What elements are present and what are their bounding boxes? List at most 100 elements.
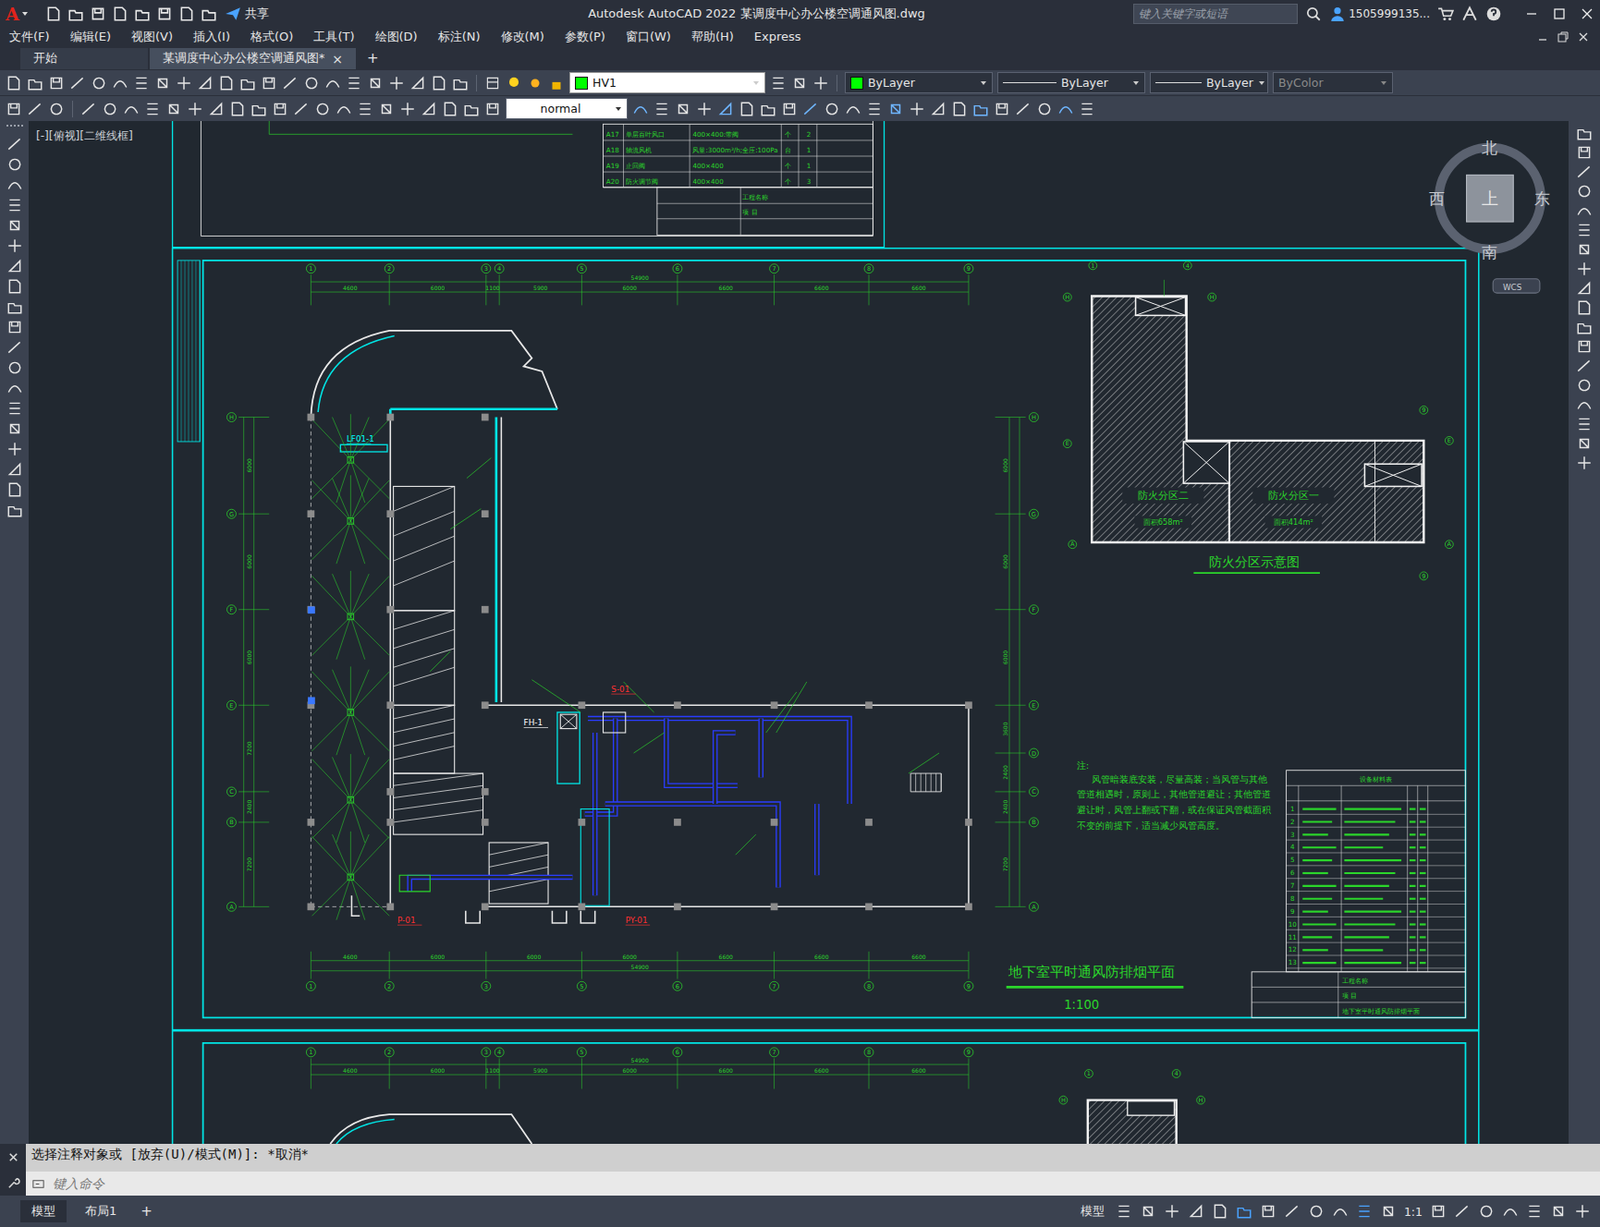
make-current-icon[interactable] [769,74,787,92]
publish-icon[interactable] [111,74,129,92]
tab-close-button[interactable]: × [331,51,343,67]
plotstyle-dropdown[interactable]: ByColor [1272,72,1393,94]
saveas-icon[interactable] [111,5,129,23]
menu-item[interactable]: 窗口(W) [625,28,672,46]
transparency-icon[interactable] [1307,1203,1325,1221]
close-icon[interactable] [1579,6,1595,22]
customize-icon[interactable] [1574,1203,1591,1221]
layer-state-icon[interactable] [26,100,44,118]
drawing-canvas[interactable]: [-][俯视][二维线框]A17单层百叶风口400×400:带阀个2A18轴流风… [28,121,1569,1145]
application-menu-button[interactable]: A [5,3,29,25]
snap-icon[interactable] [1139,1203,1157,1221]
grid-icon[interactable] [1115,1203,1133,1221]
break-icon[interactable] [738,100,756,118]
layer-dropdown[interactable]: HV1 [569,72,766,94]
extend-icon[interactable] [1575,318,1593,336]
pan-icon[interactable] [260,74,278,92]
group-icon[interactable] [823,100,841,118]
zoom-prev-icon[interactable] [303,74,320,92]
layout-tab[interactable]: 模型 [20,1200,67,1223]
menu-item[interactable]: 编辑(E) [70,28,111,46]
dimstyle-dropdown[interactable]: normal [505,97,628,120]
radius-dim-icon[interactable] [165,100,183,118]
mirror-icon[interactable] [1575,163,1593,181]
units-icon[interactable] [1477,1203,1495,1221]
calc-icon[interactable] [430,74,448,92]
copy-icon[interactable] [1575,144,1593,161]
osnap-icon[interactable] [1235,1203,1253,1221]
redo-icon[interactable] [239,74,257,92]
fillet-icon[interactable] [781,100,798,118]
line-icon[interactable] [6,135,24,153]
add-layout-button[interactable]: + [134,1203,159,1221]
ortho-icon[interactable] [1163,1203,1181,1221]
update-dim-icon[interactable] [484,100,501,118]
trim-icon[interactable] [972,100,990,118]
share-button[interactable]: 共享 [224,5,269,23]
menu-item[interactable]: 插入(I) [193,28,231,46]
menu-item[interactable]: 绘图(D) [375,28,418,46]
markup-icon[interactable] [409,74,427,92]
viewcube[interactable]: 上北南东西WCS [1429,139,1550,294]
hatch-icon[interactable] [6,400,24,417]
isolate-icon[interactable] [1502,1203,1519,1221]
table-icon[interactable] [6,461,24,478]
xref-icon[interactable] [1078,100,1096,118]
paste-icon[interactable] [175,74,193,92]
mirror-icon[interactable] [908,100,926,118]
polar-icon[interactable] [1187,1203,1205,1221]
lineweight-dropdown[interactable]: ByLayer [1149,72,1269,94]
move-icon[interactable] [1575,221,1593,239]
tolerance-icon[interactable] [356,100,374,118]
ordinate-dim-icon[interactable] [144,100,161,118]
offset-icon[interactable] [1575,183,1593,200]
clean-screen-icon[interactable] [1550,1203,1567,1221]
stretch-icon[interactable] [1575,280,1593,297]
command-input-row[interactable] [25,1172,1600,1197]
help-icon[interactable] [451,74,469,92]
trim-icon[interactable] [1575,299,1593,317]
fillet-icon[interactable] [1575,415,1593,433]
layer-previous-icon[interactable] [812,74,830,92]
layer-freeze-icon[interactable] [526,74,544,92]
send-back-icon[interactable] [653,100,671,118]
close-icon[interactable] [6,1150,21,1165]
hatch-back-icon[interactable] [696,100,713,118]
explode-icon[interactable] [1575,454,1593,472]
doc-restore-icon[interactable] [1555,29,1571,45]
isodraft-icon[interactable] [1211,1203,1229,1221]
copy-icon[interactable] [154,74,171,92]
join-icon[interactable] [717,100,734,118]
viewport-label[interactable]: [-][俯视][二维线框] [36,129,134,143]
tool-palette-icon[interactable] [366,74,384,92]
point-icon[interactable] [6,379,24,397]
ungroup-icon[interactable] [844,100,862,118]
menu-item[interactable]: 标注(N) [438,28,481,46]
menu-item[interactable]: 格式(O) [250,28,294,46]
properties-icon[interactable] [324,74,342,92]
lineweight-icon[interactable] [1283,1203,1301,1221]
text-front-icon[interactable] [674,100,692,118]
menu-item[interactable]: 参数(P) [564,28,606,46]
preview-icon[interactable] [90,74,108,92]
edit-text-icon[interactable] [463,100,480,118]
model-space[interactable]: [-][俯视][二维线框]A17单层百叶风口400×400:带阀个2A18轴流风… [28,121,1569,1145]
undo-icon[interactable] [178,5,196,23]
break-icon[interactable] [1575,357,1593,375]
chamfer-icon[interactable] [759,100,777,118]
toolbar-grip[interactable] [6,124,24,133]
edit-dim-icon[interactable] [441,100,459,118]
extend-icon[interactable] [993,100,1011,118]
scale-icon[interactable] [1575,260,1593,278]
help-icon[interactable] [1485,5,1503,23]
diameter-dim-icon[interactable] [207,100,225,118]
angular-dim-icon[interactable] [229,100,246,118]
quick-dim-icon[interactable] [250,100,268,118]
polyline-icon[interactable] [6,156,24,173]
annotation-monitor-icon[interactable] [1453,1203,1471,1221]
menu-item[interactable]: 帮助(H) [691,28,734,46]
new-icon[interactable] [5,74,23,92]
break-dim-icon[interactable] [335,100,353,118]
array-icon[interactable] [866,100,883,118]
color-dropdown[interactable]: ByLayer [844,72,993,94]
